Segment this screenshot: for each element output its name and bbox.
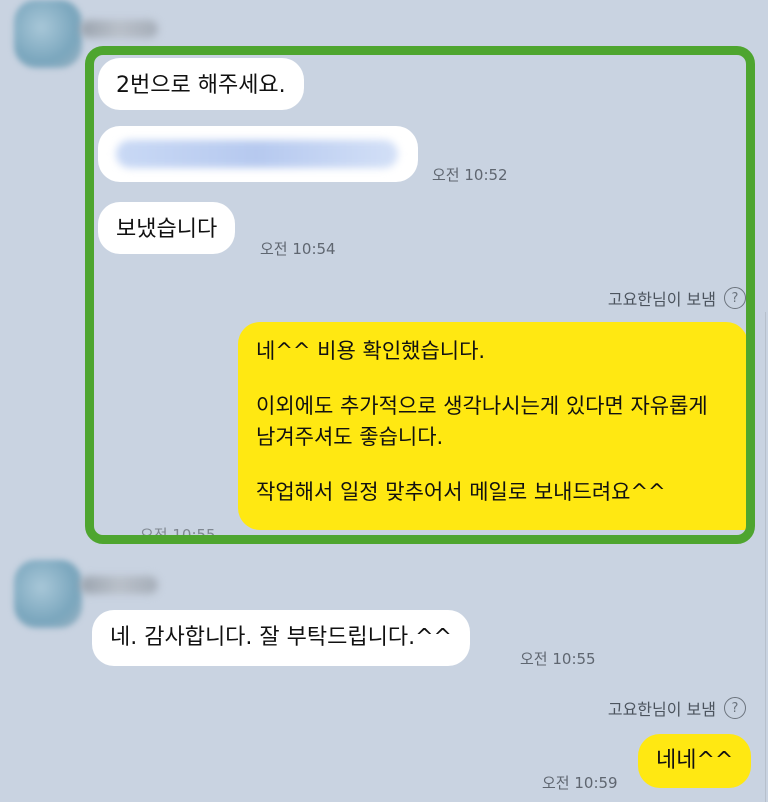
sender-avatar[interactable] [14,0,82,68]
message-time: 오전 10:59 [542,774,618,792]
message-text: 네네^^ [656,748,734,773]
blurred-content [116,140,398,168]
sent-by-text: 고요한님이 보냄 [607,290,716,309]
message-text: 보냈습니다 [116,217,218,242]
sender-name-blurred [80,576,158,594]
message-bubble-incoming-blurred[interactable] [98,126,418,182]
message-time: 오전 10:55 [140,526,216,544]
message-bubble-incoming[interactable]: 2번으로 해주세요. [98,58,304,110]
message-line: 작업해서 일정 맞추어서 메일로 보내드려요^^ [256,480,666,504]
message-text: 2번으로 해주세요. [116,73,286,98]
sent-by-label: 고요한님이 보냄 ? [608,286,746,310]
help-icon[interactable]: ? [724,287,746,309]
scrollbar-track[interactable] [765,312,766,802]
message-line: 네^^ 비용 확인했습니다. [256,339,486,363]
sender-avatar[interactable] [14,560,82,628]
sender-name-blurred [80,20,158,38]
message-line: 이외에도 추가적으로 생각나시는게 있다면 자유롭게 남겨주셔도 좋습니다. [256,394,708,449]
message-time: 오전 10:54 [260,240,336,258]
message-bubble-incoming[interactable]: 네. 감사합니다. 잘 부탁드립니다.^^ [92,610,470,666]
sent-by-text: 고요한님이 보냄 [607,700,716,719]
message-time: 오전 10:55 [520,650,596,668]
message-bubble-outgoing[interactable]: 네네^^ [638,734,752,788]
message-bubble-outgoing[interactable]: 네^^ 비용 확인했습니다. 이외에도 추가적으로 생각나시는게 있다면 자유롭… [238,322,748,530]
help-icon[interactable]: ? [724,697,746,719]
message-time: 오전 10:52 [432,166,508,184]
chat-room: 2번으로 해주세요. 오전 10:52 보냈습니다 오전 10:54 고요한님이… [0,0,768,802]
message-text: 네. 감사합니다. 잘 부탁드립니다.^^ [110,625,452,650]
message-bubble-incoming[interactable]: 보냈습니다 [98,202,236,254]
sent-by-label: 고요한님이 보냄 ? [608,696,746,720]
